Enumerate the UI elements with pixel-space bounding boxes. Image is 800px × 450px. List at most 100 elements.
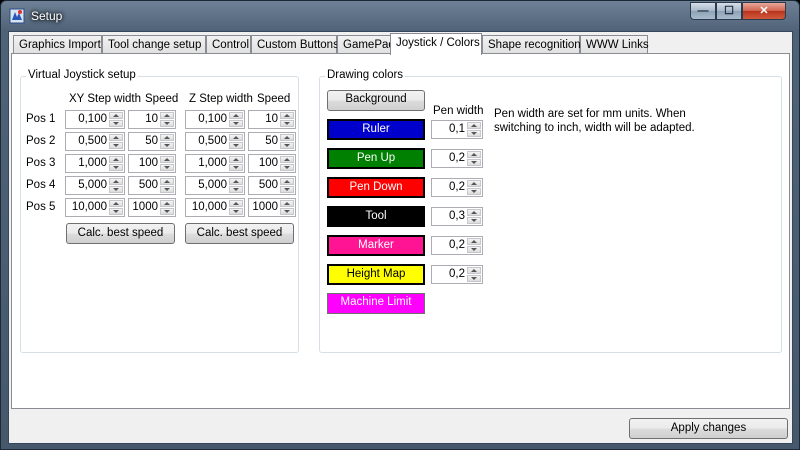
spin-down-icon[interactable] [109,186,123,193]
spin-down-icon[interactable] [229,186,243,193]
spin-up-icon[interactable] [467,209,481,216]
z-step-input[interactable]: 1,000 [185,154,245,173]
spin-down-icon[interactable] [160,142,174,149]
spin-down-icon[interactable] [229,164,243,171]
xy-step-input[interactable]: 10,000 [65,198,125,217]
spin-down-icon[interactable] [467,217,481,224]
z-speed-input[interactable]: 50 [248,132,296,151]
spin-up-icon[interactable] [229,134,243,141]
spin-up-icon[interactable] [229,200,243,207]
spin-up-icon[interactable] [229,178,243,185]
spin-up-icon[interactable] [280,112,294,119]
xy-step-input[interactable]: 0,100 [65,110,125,129]
spin-down-icon[interactable] [160,120,174,127]
spin-down-icon[interactable] [467,130,481,137]
close-button[interactable]: ✕ [742,2,786,20]
spin-up-icon[interactable] [280,178,294,185]
tab-www-links[interactable]: WWW Links [580,35,649,54]
tab-control[interactable]: Control [206,35,251,54]
minimize-button[interactable]: — [690,2,716,20]
tool-pen-width-input[interactable]: 0,3 [431,207,483,226]
height-map-pen-width-input[interactable]: 0,2 [431,265,483,284]
spin-up-icon[interactable] [467,267,481,274]
pen-up-color-button[interactable]: Pen Up [327,148,425,169]
xy-speed-input[interactable]: 1000 [128,198,176,217]
spin-up-icon[interactable] [280,200,294,207]
pen-up-pen-width-input[interactable]: 0,2 [431,149,483,168]
spin-down-icon[interactable] [280,120,294,127]
spin-down-icon[interactable] [109,208,123,215]
spin-up-icon[interactable] [160,134,174,141]
spin-up-icon[interactable] [229,112,243,119]
spin-up-icon[interactable] [467,151,481,158]
spin-up-icon[interactable] [109,200,123,207]
height-map-color-button[interactable]: Height Map [327,264,425,285]
z-step-input[interactable]: 0,500 [185,132,245,151]
spin-down-icon[interactable] [160,208,174,215]
spin-down-icon[interactable] [280,142,294,149]
spin-up-icon[interactable] [109,134,123,141]
spin-down-icon[interactable] [467,159,481,166]
background-color-button[interactable]: Background [327,90,425,111]
machine-limit-color-button[interactable]: Machine Limit [327,293,425,314]
spin-up-icon[interactable] [467,180,481,187]
z-step-input[interactable]: 5,000 [185,176,245,195]
z-speed-input[interactable]: 1000 [248,198,296,217]
spin-up-icon[interactable] [280,134,294,141]
pen-down-color-button[interactable]: Pen Down [327,177,425,198]
spin-up-icon[interactable] [160,178,174,185]
spin-down-icon[interactable] [229,208,243,215]
ruler-color-button[interactable]: Ruler [327,119,425,140]
tab-joystick-colors[interactable]: Joystick / Colors [390,33,482,55]
spin-up-icon[interactable] [160,112,174,119]
spin-down-icon[interactable] [280,164,294,171]
z-step-input[interactable]: 10,000 [185,198,245,217]
tab-graphics-import[interactable]: Graphics Import [13,35,102,54]
xy-step-input[interactable]: 1,000 [65,154,125,173]
spin-down-icon[interactable] [467,275,481,282]
spin-up-icon[interactable] [160,156,174,163]
z-speed-input[interactable]: 500 [248,176,296,195]
spin-down-icon[interactable] [467,188,481,195]
xy-speed-input[interactable]: 10 [128,110,176,129]
tab-gamepad[interactable]: GamePad [337,35,395,54]
apply-changes-button[interactable]: Apply changes [629,418,788,439]
tab-tool-change-setup[interactable]: Tool change setup [102,35,206,54]
calc-xy-speed-button[interactable]: Calc. best speed [66,223,175,244]
maximize-button[interactable]: ☐ [716,2,742,20]
ruler-pen-width-input[interactable]: 0,1 [431,120,483,139]
xy-speed-input[interactable]: 500 [128,176,176,195]
tool-color-button[interactable]: Tool [327,206,425,227]
spin-up-icon[interactable] [229,156,243,163]
marker-pen-width-input[interactable]: 0,2 [431,236,483,255]
spin-down-icon[interactable] [467,246,481,253]
xy-step-input[interactable]: 0,500 [65,132,125,151]
spin-down-icon[interactable] [280,208,294,215]
xy-speed-input[interactable]: 100 [128,154,176,173]
spin-down-icon[interactable] [160,186,174,193]
spin-up-icon[interactable] [467,238,481,245]
spin-down-icon[interactable] [109,164,123,171]
spin-up-icon[interactable] [160,200,174,207]
spin-up-icon[interactable] [109,178,123,185]
title-bar[interactable]: Setup — ☐ ✕ [1,1,799,31]
spin-down-icon[interactable] [109,142,123,149]
tab-shape-recognition[interactable]: Shape recognition [482,35,581,54]
spin-down-icon[interactable] [160,164,174,171]
z-step-input[interactable]: 0,100 [185,110,245,129]
spin-up-icon[interactable] [109,156,123,163]
spin-up-icon[interactable] [109,112,123,119]
spin-up-icon[interactable] [467,122,481,129]
z-speed-input[interactable]: 100 [248,154,296,173]
marker-color-button[interactable]: Marker [327,235,425,256]
spin-down-icon[interactable] [229,120,243,127]
calc-z-speed-button[interactable]: Calc. best speed [185,223,294,244]
spin-down-icon[interactable] [280,186,294,193]
xy-speed-input[interactable]: 50 [128,132,176,151]
spin-down-icon[interactable] [109,120,123,127]
spin-up-icon[interactable] [280,156,294,163]
spin-down-icon[interactable] [229,142,243,149]
pen-down-pen-width-input[interactable]: 0,2 [431,178,483,197]
tab-custom-buttons[interactable]: Custom Buttons [251,35,339,54]
xy-step-input[interactable]: 5,000 [65,176,125,195]
